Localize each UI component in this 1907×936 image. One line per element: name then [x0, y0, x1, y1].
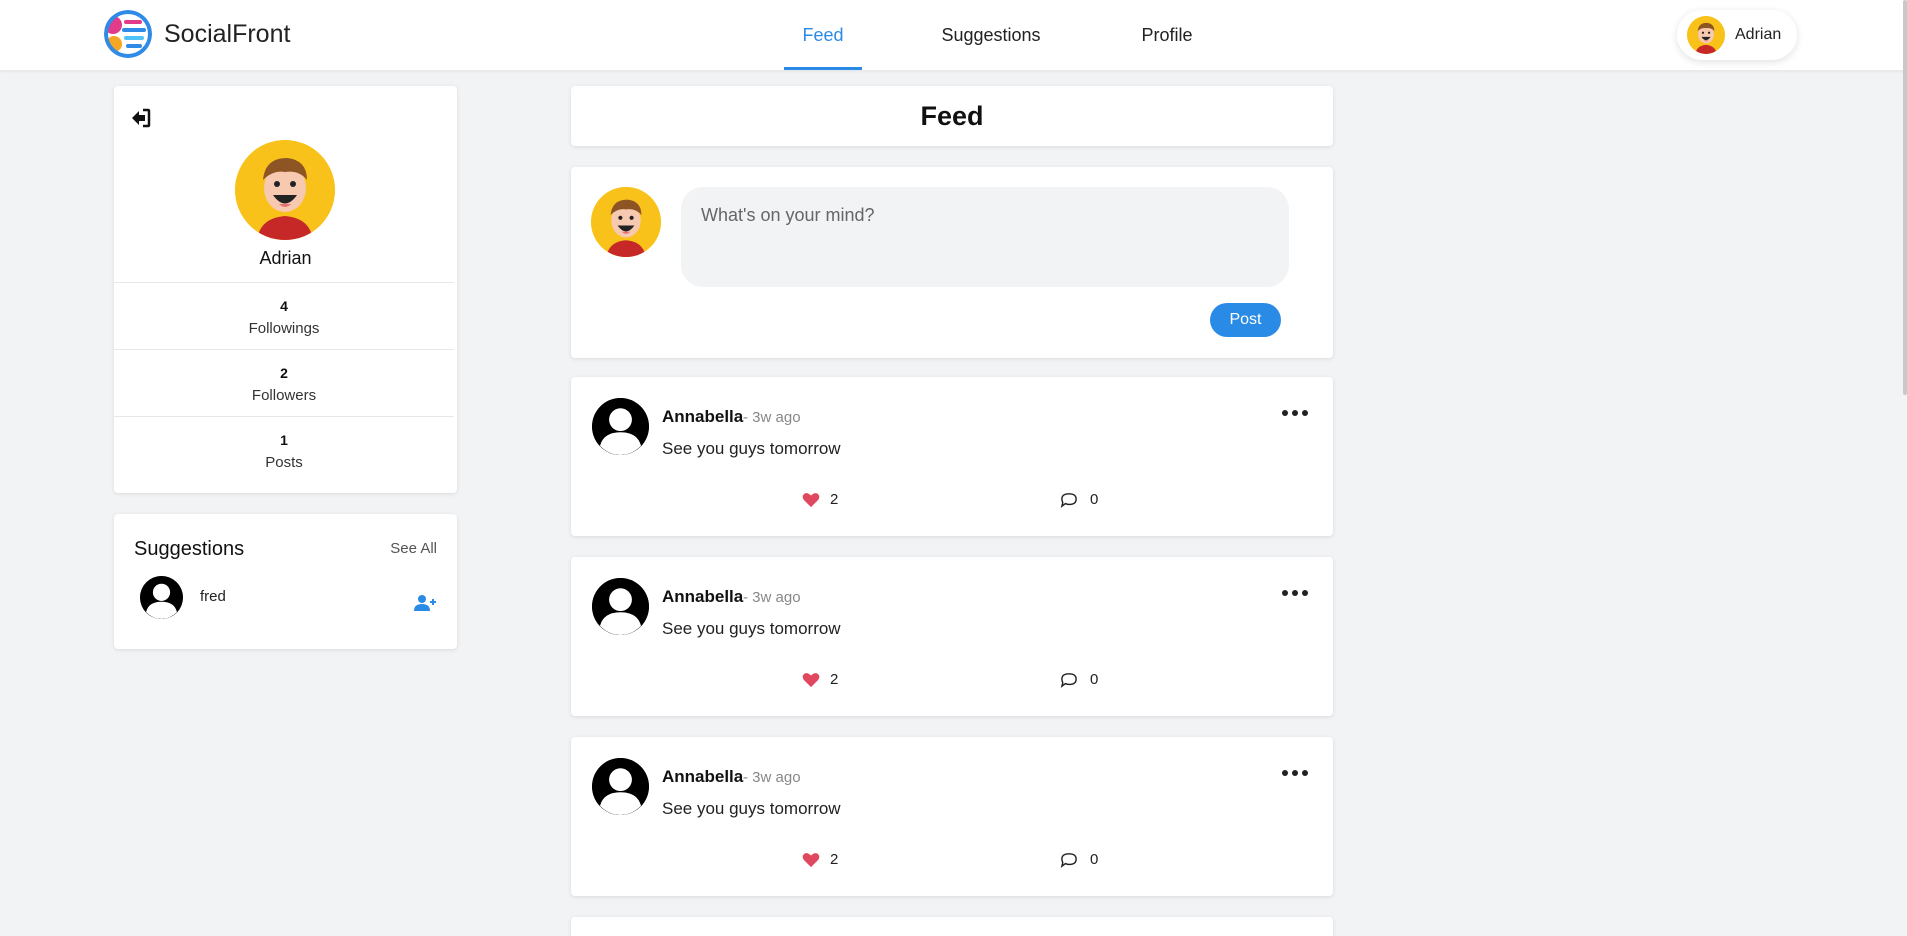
stat-posts[interactable]: 1 Posts [114, 416, 454, 483]
profile-name: Adrian [259, 248, 312, 268]
comment-button[interactable]: 0 [1060, 491, 1098, 508]
comment-count: 0 [1090, 851, 1099, 868]
comment-count: 0 [1090, 671, 1099, 688]
like-count: 2 [830, 491, 839, 508]
post-text: See you guys tomorrow [662, 799, 841, 818]
default-user-icon [592, 578, 649, 635]
heart-icon [802, 852, 820, 867]
comment-icon [1060, 672, 1077, 688]
tab-suggestions[interactable]: Suggestions [862, 0, 1120, 70]
post-time: - 3w ago [743, 589, 801, 606]
user-menu-chip[interactable]: Adrian [1677, 10, 1797, 60]
main-nav: Feed Suggestions Profile [784, 0, 1214, 70]
suggestion-name[interactable]: fred [200, 588, 226, 605]
stat-value: 2 [280, 365, 288, 381]
brand-logo-icon [104, 10, 152, 58]
stat-value: 1 [280, 432, 288, 448]
post-composer: Post [571, 167, 1333, 358]
stat-followers[interactable]: 2 Followers [114, 349, 454, 416]
post-author[interactable]: Annabella [662, 767, 743, 787]
more-horizontal-icon[interactable] [1280, 405, 1310, 421]
stat-label: Followings [248, 320, 320, 337]
like-count: 2 [830, 671, 839, 688]
feed-title: Feed [571, 86, 1333, 146]
avatar[interactable] [592, 398, 649, 455]
cartoon-face-icon [591, 187, 661, 257]
more-horizontal-icon[interactable] [1280, 765, 1310, 781]
avatar [591, 187, 661, 257]
suggestion-item: fred [140, 576, 440, 620]
post-card: Annabella - 3w ago See you guys tomorrow… [571, 377, 1333, 536]
stat-followings[interactable]: 4 Followings [114, 282, 454, 349]
default-user-icon [592, 398, 649, 455]
avatar[interactable] [592, 758, 649, 815]
user-plus-icon[interactable] [414, 594, 436, 612]
profile-card: Adrian 4 Followings 2 Followers 1 Posts [114, 86, 457, 493]
tab-profile[interactable]: Profile [1120, 0, 1214, 70]
stat-value: 4 [280, 298, 288, 314]
cartoon-face-icon [1687, 16, 1725, 54]
stat-label: Posts [265, 454, 303, 471]
comment-button[interactable]: 0 [1060, 851, 1098, 868]
heart-icon [802, 672, 820, 687]
post-card: Annabella - 3w ago See you guys tomorrow… [571, 737, 1333, 896]
suggestions-title: Suggestions [134, 538, 245, 560]
like-button[interactable]: 2 [802, 491, 838, 508]
post-time: - 3w ago [743, 409, 801, 426]
like-button[interactable]: 2 [802, 851, 838, 868]
brand-name: SocialFront [164, 19, 291, 48]
post-button[interactable]: Post [1210, 303, 1281, 337]
logout-icon[interactable] [128, 106, 152, 130]
post-author[interactable]: Annabella [662, 587, 743, 607]
cartoon-face-icon [235, 140, 335, 240]
post-author[interactable]: Annabella [662, 407, 743, 427]
like-count: 2 [830, 851, 839, 868]
comment-button[interactable]: 0 [1060, 671, 1098, 688]
top-navbar: SocialFront Feed Suggestions Profile Adr… [0, 0, 1907, 70]
more-horizontal-icon[interactable] [1280, 585, 1310, 601]
post-text: See you guys tomorrow [662, 619, 841, 638]
brand[interactable]: SocialFront [104, 10, 290, 58]
comment-count: 0 [1090, 491, 1099, 508]
post-card: Annabella - 3w ago See you guys tomorrow… [571, 557, 1333, 716]
default-user-icon [140, 576, 183, 619]
profile-avatar [235, 140, 335, 240]
comment-icon [1060, 852, 1077, 868]
post-time: - 3w ago [743, 769, 801, 786]
scrollbar[interactable] [1903, 0, 1907, 395]
suggestions-card: Suggestions See All fred [114, 514, 457, 649]
see-all-link[interactable]: See All [390, 540, 437, 557]
post-text: See you guys tomorrow [662, 439, 841, 458]
post-card [571, 917, 1333, 936]
default-user-icon [592, 758, 649, 815]
comment-icon [1060, 492, 1077, 508]
avatar[interactable] [140, 576, 183, 619]
heart-icon [802, 492, 820, 507]
avatar[interactable] [592, 578, 649, 635]
tab-feed[interactable]: Feed [784, 0, 862, 70]
like-button[interactable]: 2 [802, 671, 838, 688]
avatar [1687, 16, 1725, 54]
stat-label: Followers [251, 387, 317, 404]
post-input[interactable] [681, 187, 1289, 287]
user-name: Adrian [1735, 26, 1782, 43]
